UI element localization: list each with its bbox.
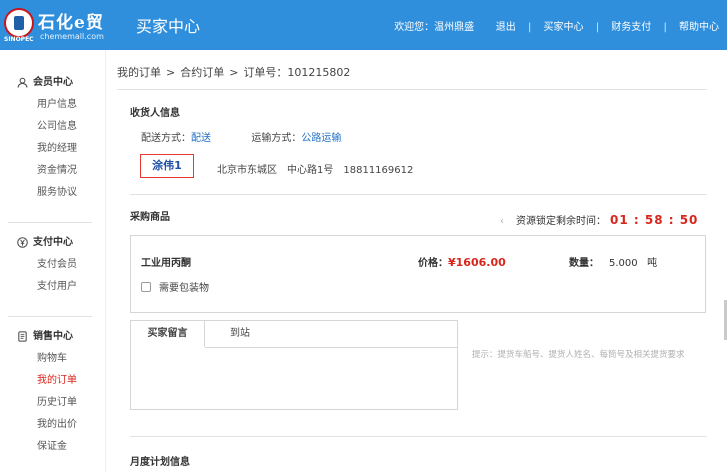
document-icon — [18, 331, 27, 342]
tab-arrival-station[interactable]: 到站 — [205, 321, 275, 347]
header-nav: 欢迎您：温州鼎盛 退出 | 买家中心 | 财务支付 | 帮助中心 — [394, 18, 719, 33]
sidebar-divider — [8, 316, 92, 317]
divider — [130, 436, 707, 437]
logo-url: chememall.com — [40, 32, 104, 41]
divider — [117, 89, 707, 90]
quantity-value: 5.000 — [609, 258, 638, 269]
receiver-section-title: 收货人信息 — [130, 108, 180, 119]
buyer-center-link[interactable]: 买家中心 — [544, 18, 584, 33]
payment-center-group: 支付中心 支付会员 支付用户 — [17, 232, 97, 298]
buyer-message-input[interactable] — [131, 348, 457, 409]
logout-link[interactable]: 退出 — [496, 18, 516, 33]
breadcrumb: 我的订单 > 合约订单 > 订单号：101215802 — [117, 66, 351, 79]
user-icon — [17, 77, 28, 88]
top-header: 石化e贸 chememall.com SINOPEC 买家中心 欢迎您：温州鼎盛… — [0, 0, 727, 50]
yen-circle-icon — [17, 237, 28, 248]
help-link[interactable]: 帮助中心 — [679, 18, 719, 33]
sidebar-divider — [8, 222, 92, 223]
sidebar: 会员中心 用户信息 公司信息 我的经理 资金情况 服务协议 支付中心 支付会员 … — [0, 50, 106, 472]
receiver-address: 北京市东城区 中心路1号 18811169612 — [217, 161, 423, 176]
payment-center-title: 支付中心 — [17, 232, 97, 254]
delivery-method[interactable]: 配送 — [191, 133, 211, 144]
sidebar-item-user-info[interactable]: 用户信息 — [17, 94, 97, 116]
product-name: 工业用丙酮 — [141, 258, 191, 269]
monthly-plan-section-title: 月度计划信息 — [130, 457, 190, 468]
sidebar-item-cart[interactable]: 购物车 — [17, 348, 97, 370]
sidebar-item-my-orders[interactable]: 我的订单 — [17, 370, 97, 392]
packaging-option[interactable]: 需要包装物 — [141, 279, 209, 294]
sinopec-emblem-icon — [4, 8, 34, 38]
divider — [130, 194, 707, 195]
logo-text: 石化e贸 — [38, 13, 104, 33]
purchase-section-title: 采购商品 — [130, 212, 170, 223]
page-header-title: 买家中心 — [136, 17, 201, 36]
sidebar-item-history-orders[interactable]: 历史订单 — [17, 392, 97, 414]
welcome-text: 欢迎您：温州鼎盛 — [394, 22, 475, 33]
sidebar-item-my-manager[interactable]: 我的经理 — [17, 138, 97, 160]
sidebar-item-deposit[interactable]: 保证金 — [17, 436, 97, 458]
sidebar-item-service-agreement[interactable]: 服务协议 — [17, 182, 97, 204]
address-street: 中心路1号 — [287, 165, 334, 176]
product-card: 工业用丙酮 价格：¥1606.00 数量： 5.000 吨 需要包装物 — [130, 235, 706, 313]
member-center-title: 会员中心 — [17, 72, 97, 94]
sidebar-item-payment-member[interactable]: 支付会员 — [17, 254, 97, 276]
message-panel: 买家留言 到站 — [130, 320, 458, 410]
transport-method[interactable]: 公路运输 — [301, 133, 341, 144]
chevron-left-icon: ‹ — [500, 216, 504, 227]
quantity-unit: 吨 — [647, 258, 658, 269]
packaging-label: 需要包装物 — [159, 283, 209, 294]
receiver-phone: 18811169612 — [343, 165, 414, 176]
delivery-info: 配送方式：配送 运输方式：公路运输 — [141, 133, 342, 144]
sales-center-group: 销售中心 购物车 我的订单 历史订单 我的出价 保证金 — [17, 326, 97, 458]
price-field: 价格：¥1606.00 — [418, 256, 506, 269]
message-hint: 提示：提货车船号、提货人姓名、每筒号及相关提货要求 — [472, 350, 685, 360]
logo[interactable]: 石化e贸 chememall.com SINOPEC — [4, 6, 106, 44]
breadcrumb-my-orders[interactable]: 我的订单 — [117, 66, 161, 79]
sales-center-title: 销售中心 — [17, 326, 97, 348]
quantity-field: 数量： 5.000 吨 — [569, 258, 658, 269]
logo-brand: SINOPEC — [4, 36, 34, 43]
address-district: 北京市东城区 — [217, 165, 277, 176]
sidebar-item-funds[interactable]: 资金情况 — [17, 160, 97, 182]
finance-link[interactable]: 财务支付 — [611, 18, 651, 33]
receiver-name-card[interactable]: 涂伟1 — [140, 154, 194, 178]
lock-countdown: ‹ 资源锁定剩余时间： 01 : 58 : 50 — [500, 213, 699, 227]
countdown-timer: 01 : 58 : 50 — [610, 213, 699, 227]
member-center-group: 会员中心 用户信息 公司信息 我的经理 资金情况 服务协议 — [17, 72, 97, 204]
sidebar-item-company-info[interactable]: 公司信息 — [17, 116, 97, 138]
breadcrumb-contract-orders[interactable]: 合约订单 — [180, 66, 224, 79]
price-value: ¥1606.00 — [448, 256, 506, 269]
packaging-checkbox[interactable] — [141, 282, 151, 292]
breadcrumb-order-number: 订单号：101215802 — [243, 66, 351, 79]
tab-buyer-message[interactable]: 买家留言 — [131, 321, 205, 347]
sidebar-item-my-bids[interactable]: 我的出价 — [17, 414, 97, 436]
sidebar-item-payment-user[interactable]: 支付用户 — [17, 276, 97, 298]
